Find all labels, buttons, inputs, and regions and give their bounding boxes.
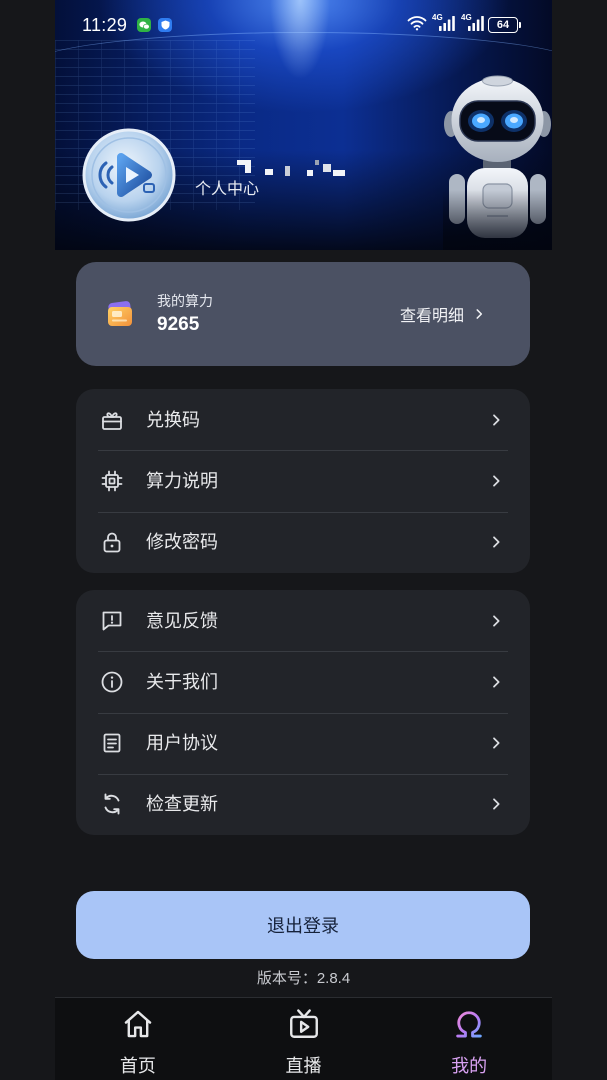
- account-menu-group: 兑换码 算力说明 修改密码: [76, 389, 530, 573]
- info-icon: [100, 670, 124, 694]
- menu-item-feedback[interactable]: 意见反馈: [76, 590, 530, 651]
- view-details-link[interactable]: 查看明细: [400, 302, 486, 326]
- profile-screen: 11:29 4G 4G 64 个人中心 我的算力 9265 查看明细 兑换码 算…: [55, 0, 552, 1080]
- menu-item-redeem-code[interactable]: 兑换码: [76, 389, 530, 450]
- computing-power-text: 我的算力 9265: [157, 292, 213, 337]
- tab-live[interactable]: 直播: [221, 998, 387, 1080]
- menu-item-about-us[interactable]: 关于我们: [76, 651, 530, 712]
- wechat-icon: [137, 18, 151, 32]
- menu-item-label: 兑换码: [146, 409, 200, 430]
- chevron-right-icon: [488, 674, 504, 690]
- menu-item-label: 关于我们: [146, 671, 218, 692]
- status-time: 11:29: [82, 15, 128, 35]
- computing-power-card[interactable]: 我的算力 9265 查看明细: [76, 262, 530, 366]
- tab-home[interactable]: 首页: [55, 998, 221, 1080]
- menu-item-label: 检查更新: [146, 794, 218, 815]
- signal-icon: 4G: [461, 14, 485, 32]
- menu-item-label: 修改密码: [146, 532, 218, 553]
- chevron-right-icon: [488, 473, 504, 489]
- feedback-icon: [100, 609, 124, 633]
- menu-item-label: 意见反馈: [146, 610, 218, 631]
- menu-item-label: 算力说明: [146, 470, 218, 491]
- profile-header: 11:29 4G 4G 64 个人中心: [55, 0, 552, 250]
- menu-item-computing-power-info[interactable]: 算力说明: [76, 450, 530, 511]
- computing-power-value: 9265: [157, 313, 200, 335]
- computing-power-icon: [106, 300, 134, 328]
- shield-icon: [158, 18, 172, 32]
- support-menu-group: 意见反馈 关于我们 用户协议 检查更新: [76, 590, 530, 835]
- chevron-right-icon: [488, 534, 504, 550]
- profile-icon: [452, 1007, 486, 1041]
- chevron-right-icon: [488, 613, 504, 629]
- profile-subtitle: 个人中心: [195, 181, 260, 198]
- chevron-right-icon: [472, 307, 486, 321]
- menu-item-check-update[interactable]: 检查更新: [76, 773, 530, 835]
- document-icon: [100, 731, 124, 755]
- signal-icon: 4G: [432, 14, 456, 32]
- menu-item-user-agreement[interactable]: 用户协议: [76, 712, 530, 774]
- home-icon: [121, 1007, 155, 1041]
- bottom-nav: 首页 直播 我的: [55, 997, 552, 1080]
- wifi-icon: [407, 15, 427, 31]
- lock-icon: [100, 530, 124, 554]
- tv-icon: [287, 1007, 321, 1041]
- chevron-right-icon: [488, 412, 504, 428]
- chevron-right-icon: [488, 796, 504, 812]
- battery-icon: 64: [488, 17, 518, 33]
- chevron-right-icon: [488, 735, 504, 751]
- robot-illustration: [443, 70, 552, 250]
- header-light-beam: [260, 0, 340, 150]
- view-details-label: 查看明细: [399, 308, 464, 325]
- menu-item-change-password[interactable]: 修改密码: [76, 511, 530, 573]
- avatar[interactable]: [82, 128, 176, 222]
- tab-label: 我的: [451, 1056, 488, 1076]
- logout-button[interactable]: 退出登录: [76, 891, 530, 959]
- computing-power-label: 我的算力: [157, 292, 213, 309]
- version-text: 版本号：2.8.4: [256, 970, 351, 987]
- refresh-icon: [100, 792, 124, 816]
- gift-card-icon: [100, 408, 124, 432]
- tab-label: 首页: [119, 1056, 156, 1076]
- tab-mine[interactable]: 我的: [386, 998, 552, 1080]
- username-redacted: [237, 158, 347, 178]
- menu-item-label: 用户协议: [146, 733, 218, 754]
- chip-icon: [100, 469, 124, 493]
- tab-label: 直播: [285, 1056, 322, 1076]
- battery-nub: [519, 22, 521, 28]
